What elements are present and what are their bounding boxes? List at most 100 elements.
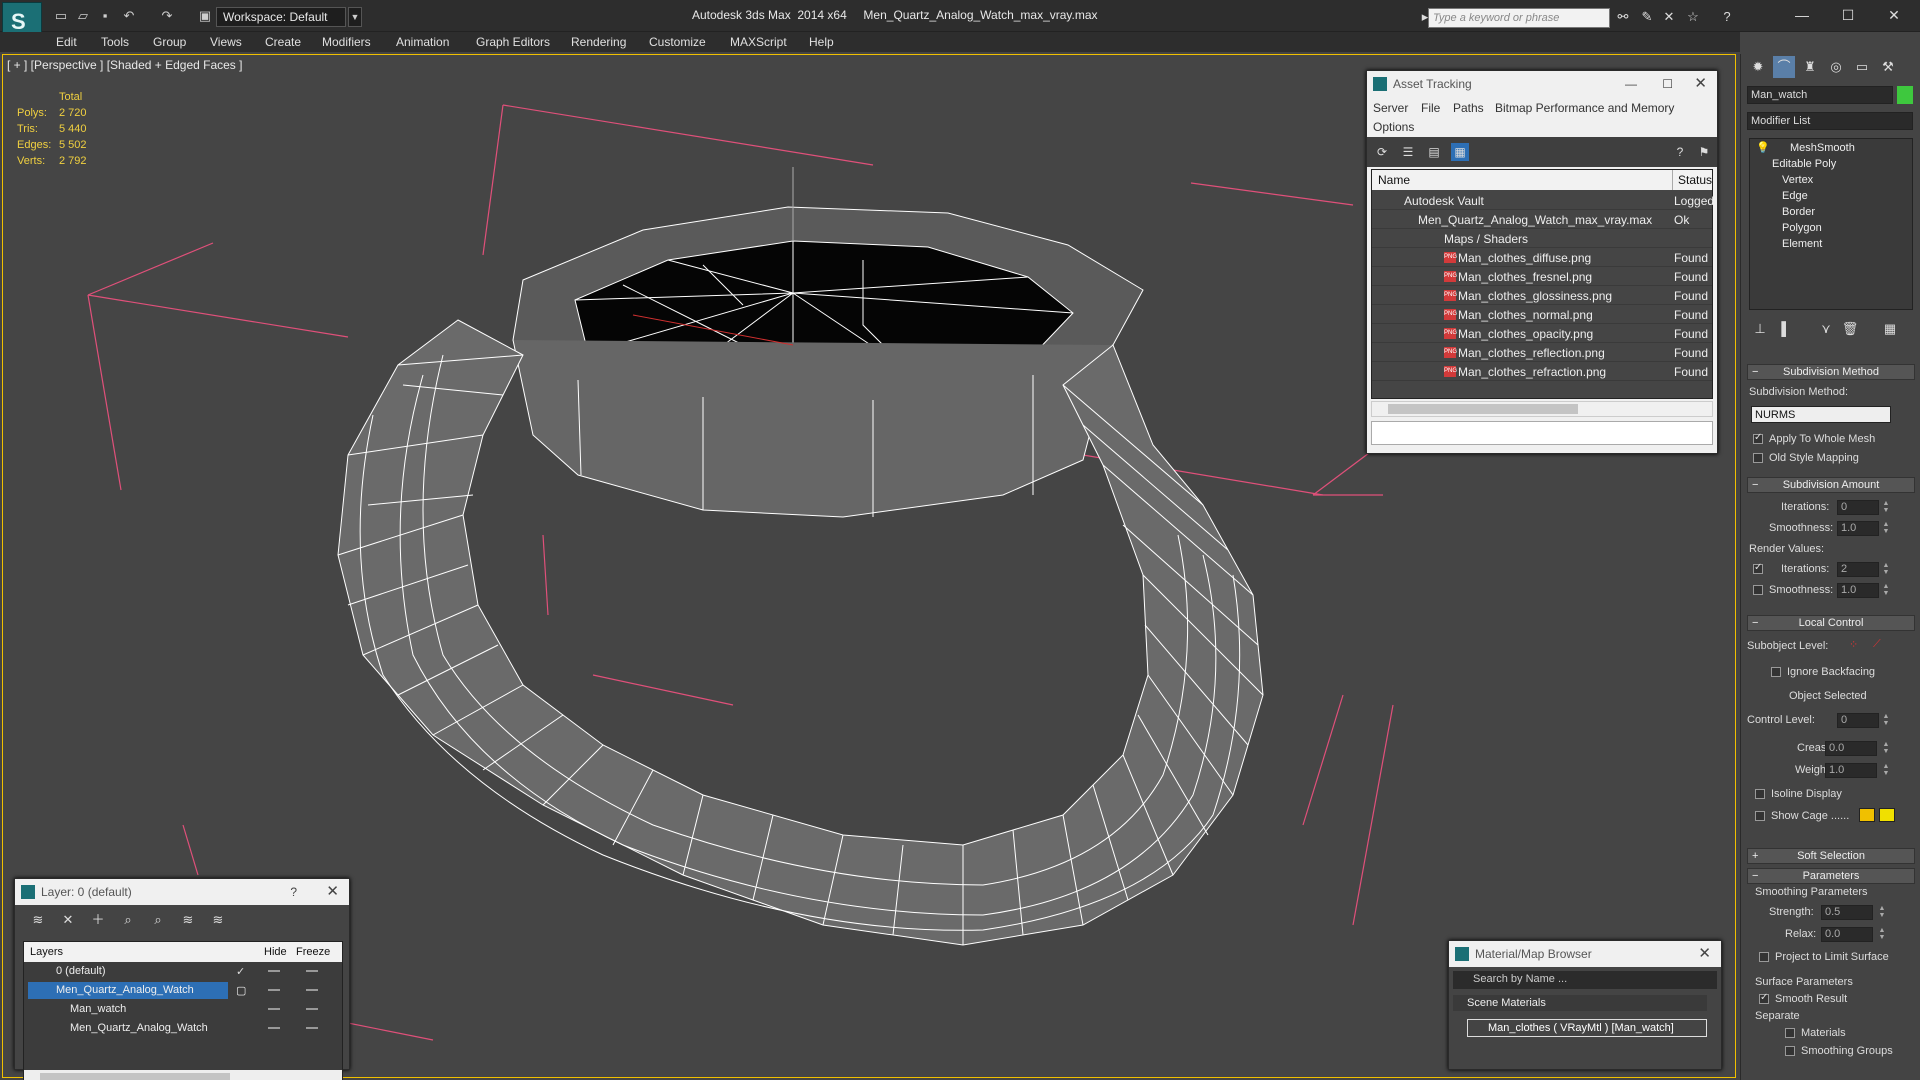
hide-toggle[interactable]: [268, 1027, 280, 1029]
stack-item-meshsmooth[interactable]: MeshSmooth: [1790, 142, 1855, 154]
apply-whole-mesh-checkbox[interactable]: [1753, 432, 1763, 444]
stack-item-polygon[interactable]: Polygon: [1782, 222, 1822, 234]
menu-bitmap-performance[interactable]: Bitmap Performance and Memory: [1495, 101, 1674, 115]
create-layer-icon[interactable]: ≋: [29, 911, 47, 929]
show-cage-checkbox[interactable]: [1755, 811, 1765, 821]
menu-paths[interactable]: Paths: [1453, 101, 1484, 115]
asset-row[interactable]: Maps / Shaders: [1372, 229, 1712, 248]
rollout-parameters[interactable]: − Parameters: [1747, 868, 1915, 884]
column-hide[interactable]: Hide: [264, 946, 287, 958]
spinner-arrows-icon[interactable]: ▲ ▼: [1881, 521, 1891, 536]
minimize-icon[interactable]: —: [1625, 71, 1637, 97]
vault-help-icon[interactable]: ⚑: [1695, 143, 1713, 161]
rollout-subdivision-method[interactable]: − Subdivision Method: [1747, 364, 1915, 380]
column-layers[interactable]: Layers: [30, 946, 63, 958]
stack-item-editable-poly[interactable]: Editable Poly: [1772, 158, 1836, 170]
menu-tools[interactable]: Tools: [101, 35, 129, 49]
select-objects-icon[interactable]: ⌕: [119, 911, 137, 929]
menu-group[interactable]: Group: [153, 35, 186, 49]
menu-modifiers[interactable]: Modifiers: [322, 35, 371, 49]
workspace-dropdown[interactable]: Workspace: Default: [216, 7, 346, 27]
layer-row[interactable]: Men_Quartz_Analog_Watch ▢: [24, 981, 342, 1000]
active-layer-check-icon[interactable]: ✓: [236, 965, 245, 978]
smoothness-spinner[interactable]: 1.0: [1837, 521, 1879, 536]
save-icon[interactable]: ▪: [96, 8, 114, 24]
separate-smoothing-groups-checkbox[interactable]: [1785, 1046, 1795, 1056]
hide-toggle[interactable]: [268, 970, 280, 972]
create-tab-icon[interactable]: ✹: [1747, 56, 1769, 78]
object-name-input[interactable]: Man_watch: [1747, 86, 1893, 104]
project-limit-surface-checkbox[interactable]: [1759, 952, 1769, 962]
modify-tab-icon[interactable]: ⌒: [1773, 56, 1795, 78]
cage-color-swatch[interactable]: [1859, 808, 1875, 822]
list-view-icon[interactable]: ☰: [1399, 143, 1417, 161]
freeze-toggle[interactable]: [306, 1008, 318, 1010]
rollout-subdivision-amount[interactable]: − Subdivision Amount: [1747, 477, 1915, 493]
hide-toggle[interactable]: [268, 1008, 280, 1010]
smooth-result-checkbox[interactable]: [1759, 992, 1769, 1004]
object-color-swatch[interactable]: [1897, 86, 1913, 104]
stack-item-edge[interactable]: Edge: [1782, 190, 1808, 202]
binoculars-icon[interactable]: ⚯: [1614, 9, 1632, 25]
subscription-icon[interactable]: ✎: [1638, 9, 1656, 25]
material-search-input[interactable]: Search by Name ...: [1453, 971, 1717, 989]
asset-row[interactable]: PNG Man_clothes_normal.png Found: [1372, 305, 1712, 324]
highlight-layer-icon[interactable]: ⌕: [149, 911, 167, 929]
help-icon[interactable]: ?: [1718, 9, 1736, 25]
make-unique-icon[interactable]: ⋎: [1815, 318, 1837, 340]
configure-sets-icon[interactable]: ▦: [1879, 318, 1901, 340]
iterations-spinner[interactable]: 0: [1837, 500, 1879, 515]
crease-spinner[interactable]: 0.0: [1825, 741, 1877, 756]
layer-row[interactable]: Men_Quartz_Analog_Watch: [24, 1019, 342, 1038]
stack-item-vertex[interactable]: Vertex: [1782, 174, 1813, 186]
help-icon[interactable]: ?: [1671, 143, 1689, 161]
asset-row[interactable]: PNG Man_clothes_refraction.png Found: [1372, 362, 1712, 381]
asset-row[interactable]: Autodesk Vault Logged: [1372, 191, 1714, 210]
refresh-icon[interactable]: ⟳: [1373, 143, 1391, 161]
edge-subobject-icon[interactable]: ⟋: [1873, 638, 1881, 651]
pin-stack-icon[interactable]: ⊥: [1749, 318, 1771, 340]
spinner-arrows-icon[interactable]: ▲ ▼: [1881, 583, 1891, 598]
utilities-tab-icon[interactable]: ⚒: [1877, 56, 1899, 78]
strength-spinner[interactable]: 0.5: [1821, 905, 1873, 920]
separate-materials-checkbox[interactable]: [1785, 1028, 1795, 1038]
undo-icon[interactable]: ↶: [120, 8, 138, 24]
minimize-window-button[interactable]: —: [1782, 4, 1822, 26]
search-input[interactable]: Type a keyword or phrase: [1428, 8, 1610, 28]
asset-row[interactable]: PNG Man_clothes_opacity.png Found: [1372, 324, 1712, 343]
freeze-toggle[interactable]: [306, 970, 318, 972]
maximize-icon[interactable]: ☐: [1662, 71, 1673, 97]
chevron-down-icon[interactable]: ▼: [348, 7, 362, 27]
show-end-result-icon[interactable]: ▌: [1775, 318, 1797, 340]
control-level-spinner[interactable]: 0: [1837, 713, 1879, 728]
redo-icon[interactable]: ↷: [158, 8, 176, 24]
close-icon[interactable]: ✕: [326, 879, 339, 905]
menu-maxscript[interactable]: MAXScript: [730, 35, 787, 49]
stack-item-border[interactable]: Border: [1782, 206, 1815, 218]
hide-all-icon[interactable]: ≋: [179, 911, 197, 929]
render-iterations-spinner[interactable]: 2: [1837, 562, 1879, 577]
menu-file[interactable]: File: [1421, 101, 1440, 115]
spinner-arrows-icon[interactable]: ▲ ▼: [1881, 713, 1891, 728]
layer-row[interactable]: 0 (default) ✓: [24, 962, 342, 981]
menu-rendering[interactable]: Rendering: [571, 35, 626, 49]
relax-spinner[interactable]: 0.0: [1821, 927, 1873, 942]
render-smoothness-checkbox[interactable]: [1753, 585, 1763, 595]
freeze-toggle[interactable]: [306, 989, 318, 991]
new-file-icon[interactable]: ▭: [52, 8, 70, 24]
column-freeze[interactable]: Freeze: [296, 946, 330, 958]
menu-create[interactable]: Create: [265, 35, 301, 49]
remove-modifier-icon[interactable]: 🗑: [1839, 318, 1861, 340]
horizontal-scrollbar[interactable]: [24, 1070, 342, 1080]
material-browser-titlebar[interactable]: Material/Map Browser ✕: [1449, 941, 1721, 967]
close-icon[interactable]: ✕: [1694, 71, 1707, 97]
menu-animation[interactable]: Animation: [396, 35, 449, 49]
old-style-mapping-checkbox[interactable]: [1753, 453, 1763, 463]
layer-row[interactable]: Man_watch: [24, 1000, 342, 1019]
menu-views[interactable]: Views: [210, 35, 242, 49]
stack-item-element[interactable]: Element: [1782, 238, 1822, 250]
maximize-window-button[interactable]: ☐: [1828, 4, 1868, 26]
favorites-star-icon[interactable]: ☆: [1684, 9, 1702, 25]
asset-tracking-titlebar[interactable]: Asset Tracking — ☐ ✕: [1367, 71, 1717, 97]
communication-icon[interactable]: ✕: [1660, 9, 1678, 25]
